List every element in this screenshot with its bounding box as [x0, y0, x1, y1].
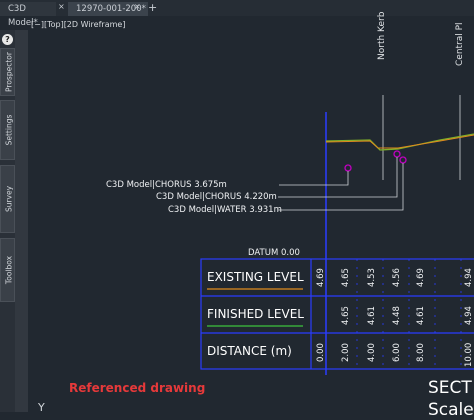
leader-water [278, 163, 404, 211]
existing-level-value: 4.69 [316, 268, 326, 287]
leader-chorus-1 [279, 171, 349, 186]
finished-level-value: 4.65 [341, 306, 351, 325]
distance-value: 0.00 [316, 343, 326, 362]
distance-value: 10.00 [464, 342, 474, 367]
distance-value: 6.00 [392, 343, 402, 362]
station-label-north-kerb: North Kerb [377, 11, 387, 60]
existing-level-value: 4.94 [464, 268, 474, 287]
ucs-axis-icon: Y [38, 401, 45, 414]
label-chorus-3675[interactable]: C3D Model|CHORUS 3.675m [106, 180, 227, 190]
existing-level-value: 4.53 [367, 268, 377, 287]
existing-level-value: 4.65 [341, 268, 351, 287]
finished-level-value: 4.61 [367, 306, 377, 325]
datum-label: DATUM 0.00 [248, 248, 300, 258]
finished-profile-line [325, 134, 474, 149]
distance-value: 4.00 [367, 343, 377, 362]
label-water-3931[interactable]: C3D Model|WATER 3.931m [168, 205, 282, 215]
finished-level-value: 4.48 [392, 306, 402, 325]
finished-level-value: 4.61 [416, 306, 426, 325]
station-label-central-pl: Central Pl [455, 22, 465, 66]
finished-level-label: FINISHED LEVEL [207, 307, 304, 321]
leader-chorus-2 [278, 157, 398, 198]
section-title: SECT [428, 378, 472, 398]
distance-label: DISTANCE (m) [207, 344, 292, 358]
label-marker-chorus-1[interactable] [344, 164, 352, 172]
finished-level-value: 4.94 [464, 306, 474, 325]
label-marker-water[interactable] [399, 156, 407, 164]
distance-value: 2.00 [341, 343, 351, 362]
label-marker-chorus-2[interactable] [393, 150, 401, 158]
referenced-drawing-label: Referenced drawing [69, 381, 206, 395]
existing-level-value: 4.56 [392, 268, 402, 287]
label-chorus-4220[interactable]: C3D Model|CHORUS 4.220m [156, 192, 277, 202]
existing-level-value: 4.69 [416, 268, 426, 287]
section-scale: Scale [428, 400, 474, 420]
existing-level-label: EXISTING LEVEL [207, 270, 304, 284]
distance-value: 8.00 [416, 343, 426, 362]
